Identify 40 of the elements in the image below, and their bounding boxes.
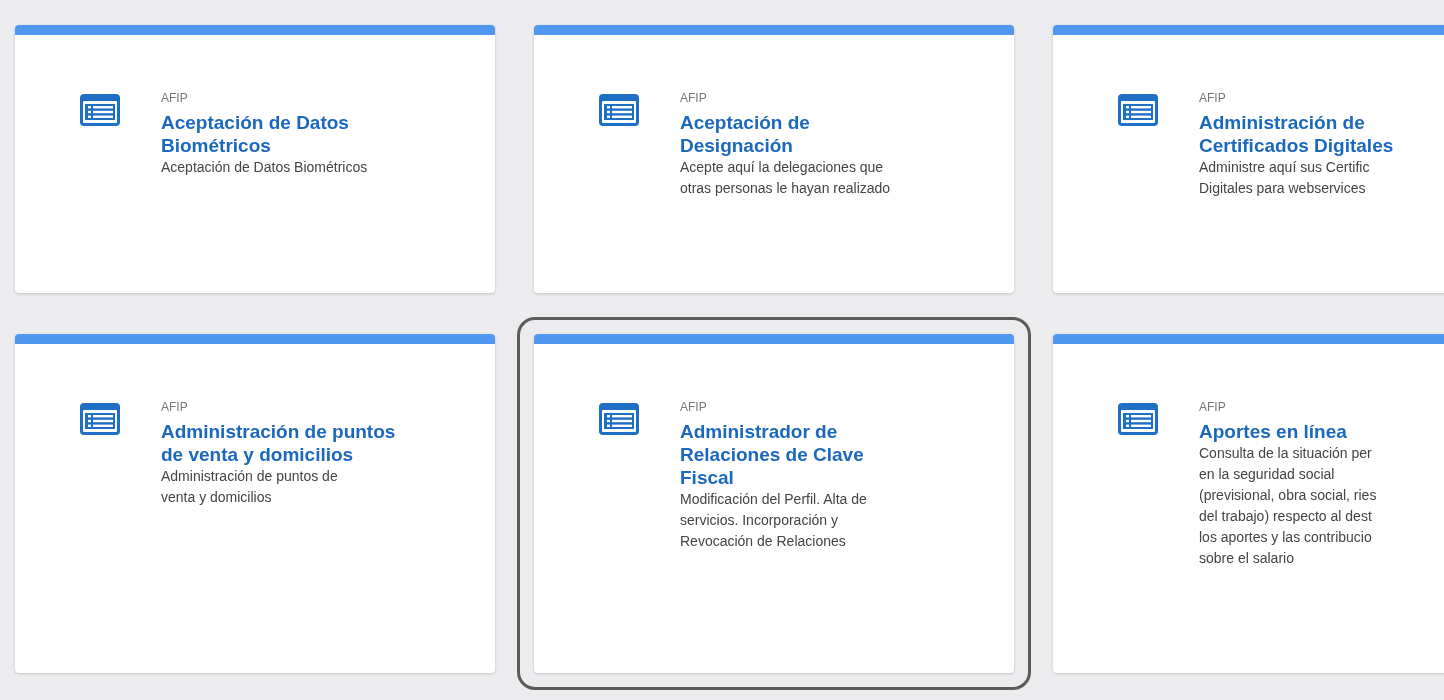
card-description: Acepte aquí la delegaciones que — [680, 158, 884, 177]
list-icon — [1118, 94, 1158, 126]
service-card[interactable]: AFIP Administración de Certificados Digitales Administre aquí sus Certific Digitales para webservices — [1053, 25, 1444, 293]
card-description: Consulta de la situación per — [1199, 444, 1372, 463]
card-description: Administración de puntos de — [161, 467, 338, 486]
card-description: sobre el salario — [1199, 549, 1294, 568]
card-description: venta y domicilios — [161, 488, 272, 507]
source-label: AFIP — [161, 91, 188, 105]
card-title[interactable]: Aceptación de Datos Biométricos — [161, 111, 401, 157]
card-title[interactable]: Administración de puntos de venta y domicilios — [161, 420, 401, 466]
card-description: otras personas le hayan realizado — [680, 179, 891, 198]
card-description: del trabajo) respecto al dest — [1199, 507, 1372, 526]
card-description: Administre aquí sus Certific — [1199, 158, 1370, 177]
list-icon — [599, 403, 639, 435]
service-card[interactable]: AFIP Aceptación de Designación Acepte aquí la delegaciones que otras personas le hayan realizado — [534, 25, 1014, 293]
card-title[interactable]: Administrador de Relaciones de Clave Fiscal — [680, 420, 920, 489]
card-description: servicios. Incorporación y — [680, 511, 838, 530]
card-description: en la seguridad social — [1199, 465, 1335, 484]
source-label: AFIP — [161, 400, 188, 414]
list-icon — [599, 94, 639, 126]
card-description: Modificación del Perfil. Alta de — [680, 490, 867, 509]
card-title[interactable]: Aceptación de Designación — [680, 111, 920, 157]
source-label: AFIP — [680, 91, 707, 105]
card-description: los aportes y las contribucio — [1199, 528, 1372, 547]
card-description: Revocación de Relaciones — [680, 532, 846, 551]
source-label: AFIP — [1199, 91, 1226, 105]
card-title[interactable]: Administración de Certificados Digitales — [1199, 111, 1439, 157]
service-card[interactable]: AFIP Aceptación de Datos Biométricos Aceptación de Datos Biométricos — [15, 25, 495, 293]
card-title[interactable]: Aportes en línea — [1199, 420, 1439, 443]
service-card[interactable]: AFIP Administrador de Relaciones de Clave Fiscal Modificación del Perfil. Alta de servicios. Incorporación y Revocación de Relaciones — [534, 334, 1014, 673]
card-description: Digitales para webservices — [1199, 179, 1366, 198]
list-icon — [80, 94, 120, 126]
card-description: (previsional, obra social, ries — [1199, 486, 1377, 505]
service-card[interactable]: AFIP Administración de puntos de venta y domicilios Administración de puntos de venta y domicilios — [15, 334, 495, 673]
card-description: Aceptación de Datos Biométricos — [161, 158, 368, 177]
source-label: AFIP — [680, 400, 707, 414]
service-card[interactable]: AFIP Aportes en línea Consulta de la situación per en la seguridad social (previsional, obra social, ries del trabajo) respecto al dest los aportes y las contribucio sobre el salario — [1053, 334, 1444, 673]
list-icon — [1118, 403, 1158, 435]
source-label: AFIP — [1199, 400, 1226, 414]
list-icon — [80, 403, 120, 435]
